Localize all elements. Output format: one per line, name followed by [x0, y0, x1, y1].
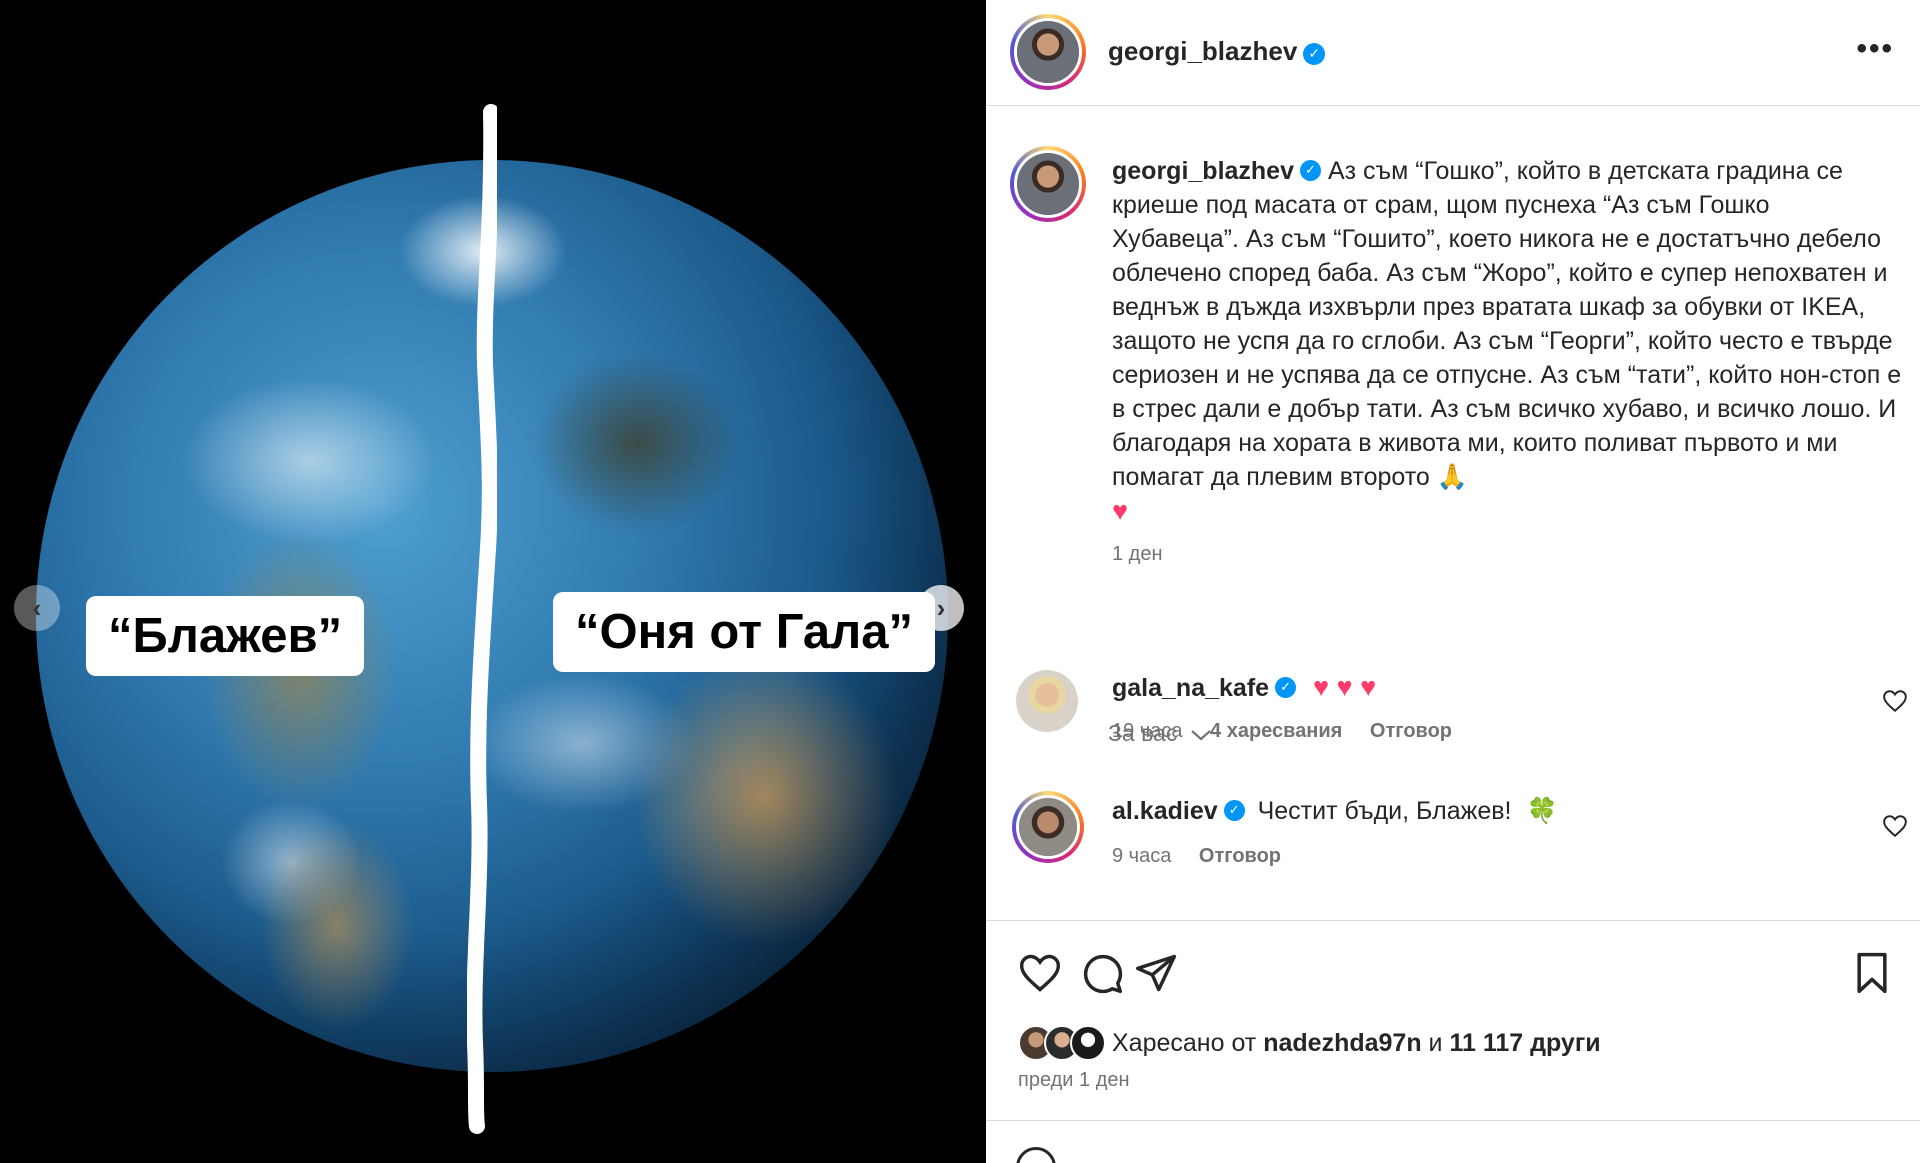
- comment-item: al.kadiev ✓ Честит бъди, Блажев! 🍀 9 часа…: [986, 791, 1920, 891]
- commenter-username[interactable]: al.kadiev: [1112, 797, 1218, 825]
- author-username[interactable]: georgi_blazhev: [1108, 36, 1297, 66]
- chevron-left-icon: ‹: [32, 593, 42, 623]
- comment-body: ♥ ♥ ♥: [1313, 672, 1377, 702]
- verified-badge-icon: ✓: [1275, 676, 1297, 698]
- caption-body: Аз съм “Гошко”, който в детската градина…: [1112, 157, 1902, 491]
- comment-text: gala_na_kafe ✓ ♥ ♥ ♥: [1112, 672, 1376, 703]
- carousel-next-button[interactable]: ›: [918, 585, 964, 631]
- caption-author-avatar[interactable]: [1010, 146, 1086, 222]
- post-actions: Харесано от nadezhda97n и 11 117 други п…: [986, 920, 1920, 1163]
- author-avatar[interactable]: [1010, 14, 1086, 90]
- more-options-button[interactable]: •••: [1856, 34, 1894, 64]
- commenter-avatar[interactable]: [1012, 791, 1084, 863]
- header-author: georgi_blazhev ✓: [1108, 36, 1326, 67]
- commenter-avatar[interactable]: [1016, 670, 1078, 732]
- caption-text: georgi_blazhev ✓ Аз съм “Гошко”, който в …: [1112, 154, 1902, 529]
- carousel-prev-button[interactable]: ‹: [14, 585, 60, 631]
- comment-like-heart-icon[interactable]: [1882, 688, 1908, 714]
- verified-badge-icon: ✓: [1303, 42, 1326, 65]
- post-date[interactable]: преди 1 ден: [1018, 1069, 1130, 1092]
- liked-by-prefix: Харесано от: [1112, 1028, 1257, 1057]
- caption-timestamp[interactable]: 1 ден: [1112, 543, 1163, 566]
- verified-badge-icon: ✓: [1300, 159, 1321, 181]
- comment-time[interactable]: 9 часа: [1112, 845, 1171, 867]
- liked-by-row[interactable]: Харесано от nadezhda97n и 11 117 други: [1018, 1025, 1601, 1061]
- divider-line: [467, 104, 497, 1134]
- liked-by-text: Харесано от nadezhda97n и 11 117 други: [1112, 1029, 1601, 1058]
- overlay-label-onya-ot-gala: “Оня от Гала”: [553, 592, 935, 672]
- share-send-icon[interactable]: [1134, 951, 1178, 995]
- liked-by-user[interactable]: nadezhda97n: [1263, 1029, 1421, 1057]
- comment-item: gala_na_kafe ✓ ♥ ♥ ♥ 19 часа 4 харесвания…: [986, 666, 1920, 766]
- heart-emoji-icon: ♥: [1112, 496, 1129, 526]
- comment-meta: 19 часа 4 харесвания Отговор: [1112, 720, 1474, 743]
- comment-time[interactable]: 19 часа: [1112, 720, 1182, 742]
- comment-meta: 9 часа Отговор: [1112, 845, 1303, 868]
- caption-author-username[interactable]: georgi_blazhev: [1112, 157, 1294, 185]
- pray-emoji-icon: 🙏: [1436, 463, 1468, 491]
- liker-avatar: [1070, 1025, 1106, 1061]
- reply-button[interactable]: Отговор: [1199, 845, 1281, 867]
- like-heart-icon[interactable]: [1018, 951, 1062, 995]
- comment-bubble-icon[interactable]: [1080, 951, 1124, 995]
- comment-text: al.kadiev ✓ Честит бъди, Блажев! 🍀: [1112, 797, 1558, 826]
- post-side-panel: georgi_blazhev ✓ ••• georgi_blazhev ✓ Аз с…: [986, 0, 1920, 1163]
- post-media[interactable]: “Блажев” “Оня от Гала” ‹ ›: [0, 0, 986, 1163]
- comment-likes[interactable]: 4 харесвания: [1210, 720, 1342, 742]
- emoji-picker-icon[interactable]: [1016, 1147, 1056, 1163]
- post-header: georgi_blazhev ✓ •••: [986, 0, 1920, 106]
- comment-body: Честит бъди, Блажев!: [1257, 797, 1512, 825]
- commenter-username[interactable]: gala_na_kafe: [1112, 674, 1269, 702]
- add-comment-row: [986, 1120, 1920, 1163]
- clover-emoji-icon: 🍀: [1526, 797, 1558, 825]
- bookmark-save-icon[interactable]: [1850, 951, 1894, 995]
- liked-by-joiner: и: [1428, 1028, 1443, 1057]
- verified-badge-icon: ✓: [1223, 799, 1245, 821]
- chevron-right-icon: ›: [936, 593, 946, 623]
- comment-like-heart-icon[interactable]: [1882, 813, 1908, 839]
- reply-button[interactable]: Отговор: [1370, 720, 1452, 742]
- liked-by-others[interactable]: 11 117 други: [1449, 1029, 1600, 1057]
- overlay-label-blazhev: “Блажев”: [86, 596, 365, 676]
